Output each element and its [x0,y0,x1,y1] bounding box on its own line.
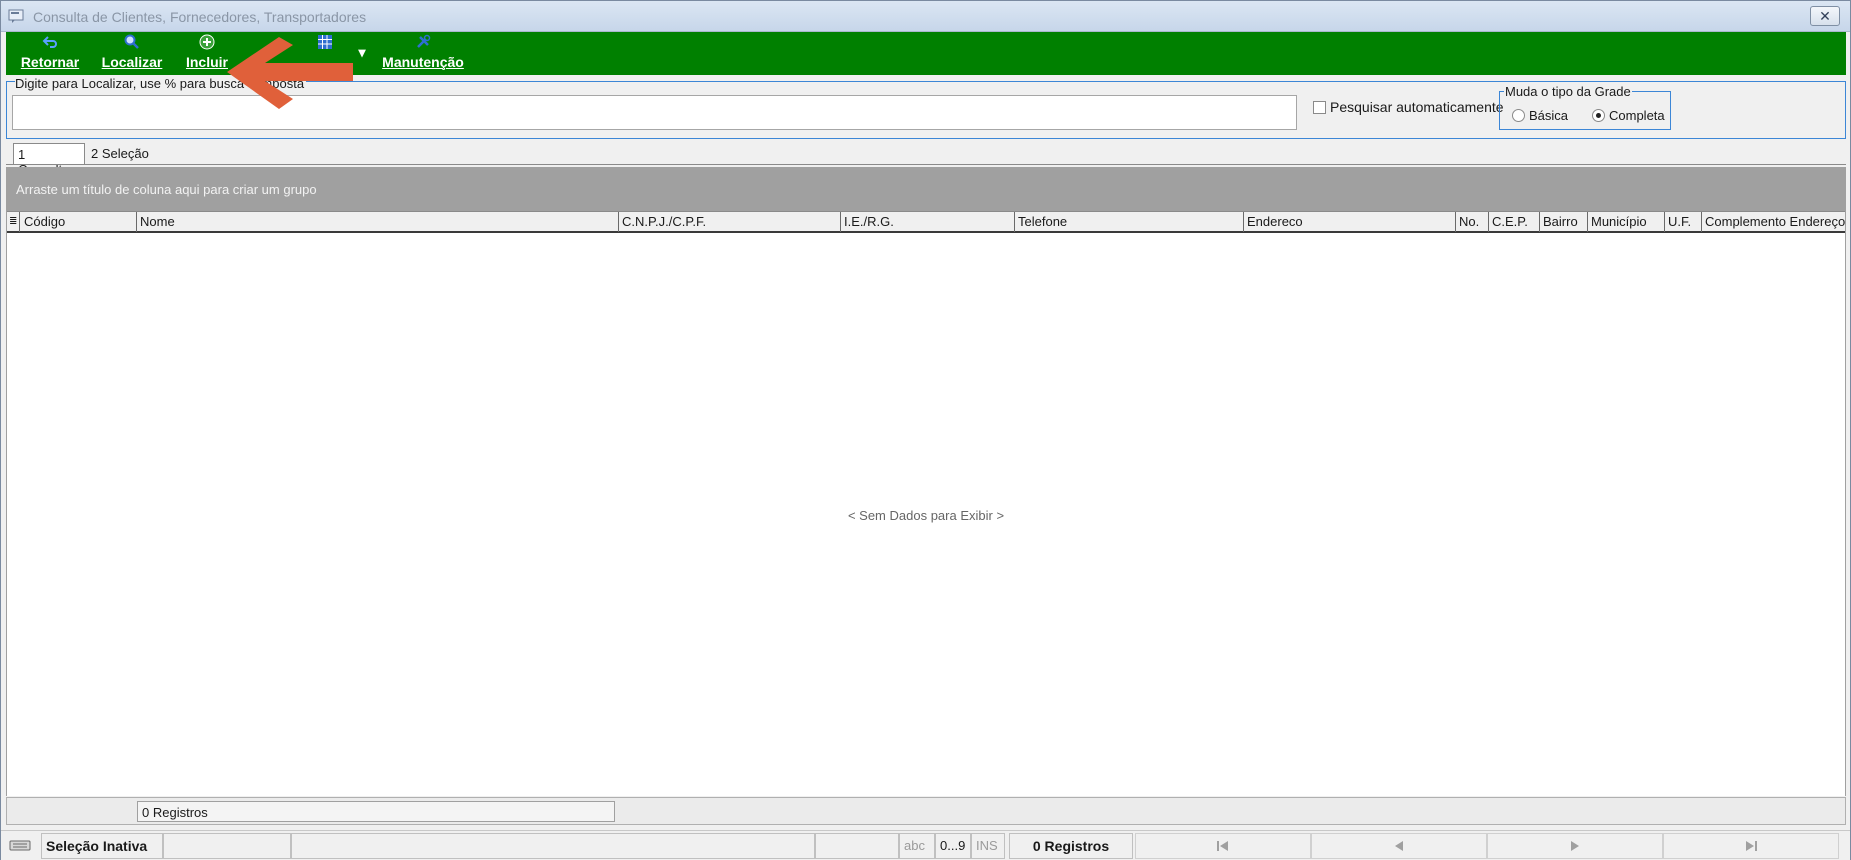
manutencao-button[interactable]: Manutenção [374,32,472,75]
status-panel-empty [815,833,899,859]
next-record-icon[interactable] [1487,833,1663,859]
grid-options-button[interactable] [308,32,342,75]
tab-selecao[interactable]: 2 Seleção [87,143,153,165]
add-icon [174,34,240,54]
status-panel-empty [291,833,815,859]
grid-header: ≣ Código Nome C.N.P.J./C.P.F. I.E./R.G. … [7,211,1845,233]
grid-icon [308,34,342,54]
grid-type-legend: Muda o tipo da Grade [1504,84,1632,99]
keyboard-icon [5,833,41,859]
toolbar: Retornar Localizar Incluir ▾ Manutenção [6,32,1846,75]
search-legend: Digite para Localizar, use % para busca … [15,76,307,91]
tools-icon [374,34,472,54]
search-icon [92,34,172,54]
group-by-hint: Arraste um título de coluna aqui para cr… [16,182,317,197]
radio-dot-selected[interactable] [1592,109,1605,122]
column-uf[interactable]: U.F. [1665,212,1702,232]
column-chooser-icon[interactable]: ≣ [7,212,20,232]
status-record-count: 0 Registros [1009,833,1133,859]
window-title: Consulta de Clientes, Fornecedores, Tran… [33,9,367,25]
first-record-icon[interactable] [1135,833,1311,859]
auto-search-label: Pesquisar automaticamente [1330,99,1504,115]
previous-record-icon[interactable] [1311,833,1487,859]
radio-completa[interactable]: Completa [1592,108,1665,123]
column-ie-rg[interactable]: I.E./R.G. [841,212,1015,232]
selection-status: Seleção Inativa [41,833,163,859]
localizar-button[interactable]: Localizar [92,32,172,75]
radio-basica[interactable]: Básica [1512,108,1568,123]
app-icon [8,9,24,23]
radio-basica-label: Básica [1529,108,1569,123]
status-bar: Seleção Inativa abc 0...9 INS 0 Registro… [1,830,1850,860]
status-panel-empty [163,833,291,859]
last-record-icon[interactable] [1663,833,1839,859]
abc-indicator: abc [899,833,935,859]
tab-divider [6,164,1846,165]
grid-options-dropdown[interactable]: ▾ [352,32,372,75]
column-nome[interactable]: Nome [137,212,619,232]
retornar-button[interactable]: Retornar [12,32,88,75]
chevron-down-icon: ▾ [358,44,366,60]
grid-footer: 0 Registros [6,797,1846,825]
checkbox-box[interactable] [1313,101,1326,114]
column-numero[interactable]: No. [1456,212,1489,232]
column-cep[interactable]: C.E.P. [1489,212,1540,232]
group-by-panel[interactable]: Arraste um título de coluna aqui para cr… [6,167,1846,211]
retornar-label: Retornar [20,54,80,70]
column-complemento-endereco[interactable]: Complemento Endereço [1702,212,1845,232]
manutencao-label: Manutenção [382,54,464,70]
localizar-label: Localizar [101,54,163,70]
column-endereco[interactable]: Endereco [1244,212,1456,232]
auto-search-checkbox[interactable]: Pesquisar automaticamente [1313,99,1504,115]
radio-dot[interactable] [1512,109,1525,122]
return-arrow-icon [12,34,88,54]
footer-record-count: 0 Registros [137,801,615,822]
search-input[interactable] [12,95,1297,130]
incluir-button[interactable]: Incluir [174,32,240,75]
search-panel: Digite para Localizar, use % para busca … [6,76,1846,139]
column-telefone[interactable]: Telefone [1015,212,1244,232]
empty-grid-message: < Sem Dados para Exibir > [847,508,1005,523]
column-municipio[interactable]: Município [1588,212,1665,232]
results-grid[interactable]: ≣ Código Nome C.N.P.J./C.P.F. I.E./R.G. … [6,211,1846,796]
column-bairro[interactable]: Bairro [1540,212,1588,232]
column-cnpj-cpf[interactable]: C.N.P.J./C.P.F. [619,212,841,232]
radio-completa-label: Completa [1609,108,1665,123]
close-button[interactable]: ✕ [1810,6,1840,26]
grid-type-group: Muda o tipo da Grade Básica Completa [1499,84,1671,130]
title-bar: Consulta de Clientes, Fornecedores, Tran… [1,1,1850,32]
tab-consulta[interactable]: 1 Consulta [13,143,85,177]
column-codigo[interactable]: Código [21,212,137,232]
insert-indicator: INS [971,833,1005,859]
incluir-label: Incluir [185,54,228,70]
window: Consulta de Clientes, Fornecedores, Tran… [0,0,1851,860]
numeric-indicator: 0...9 [935,833,971,859]
